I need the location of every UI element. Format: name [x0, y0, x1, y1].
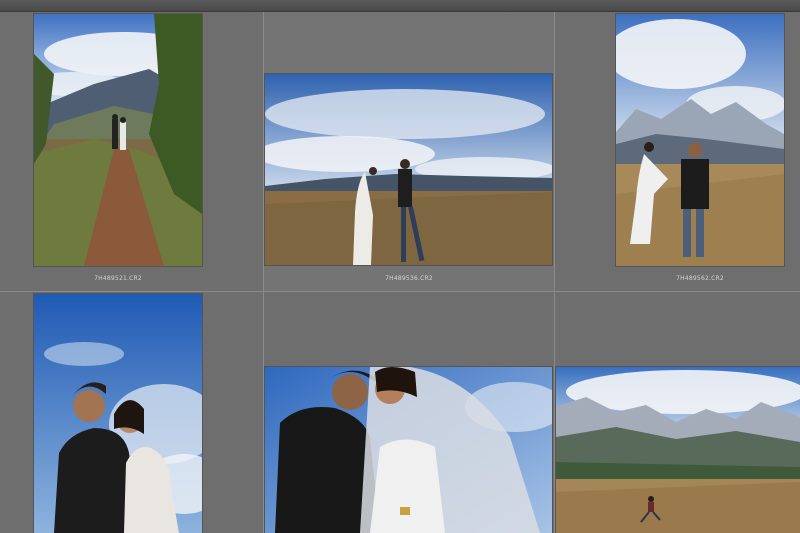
- thumbnail-image[interactable]: [616, 14, 784, 266]
- thumbnail-image[interactable]: [34, 14, 202, 266]
- thumbnail-image[interactable]: [265, 367, 552, 533]
- grid-cell-5[interactable]: [264, 292, 554, 533]
- toolbar-strip: [0, 0, 800, 12]
- thumbnail-image[interactable]: [556, 367, 800, 533]
- grid-cell-3[interactable]: 7H489562.CR2: [555, 12, 800, 291]
- thumbnail-filename: 7H489521.CR2: [94, 275, 142, 282]
- grid-cell-6[interactable]: [555, 292, 800, 533]
- thumbnail-image[interactable]: [265, 74, 552, 265]
- thumbnail-filename: 7H489562.CR2: [676, 275, 724, 282]
- grid-cell-1[interactable]: 7H489521.CR2: [0, 12, 263, 291]
- grid-cell-2[interactable]: 7H489536.CR2: [264, 12, 554, 291]
- thumbnail-image[interactable]: [34, 294, 202, 533]
- thumbnail-grid: 7H489521.CR2 7H489536.CR2 7H489562.CR2: [0, 12, 800, 533]
- grid-cell-4[interactable]: [0, 292, 263, 533]
- thumbnail-filename: 7H489536.CR2: [385, 275, 433, 282]
